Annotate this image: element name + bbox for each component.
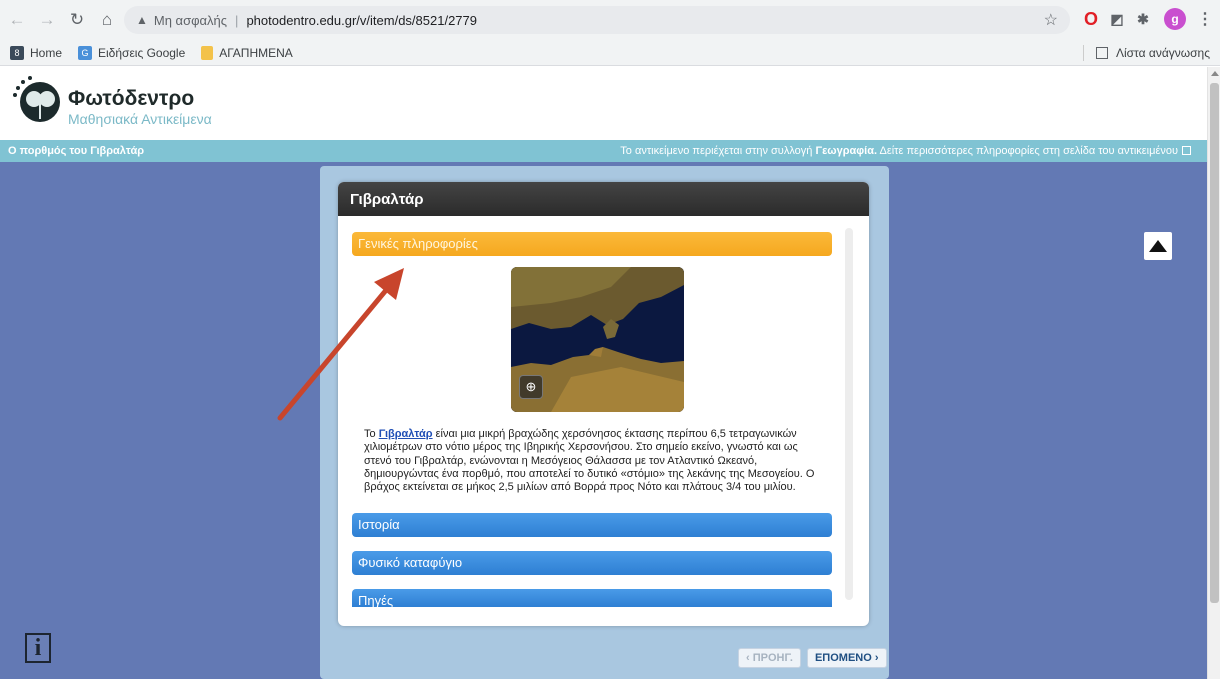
- bookmark-label: ΑΓΑΠΗΜΕΝΑ: [219, 45, 293, 60]
- profile-avatar[interactable]: g: [1164, 8, 1186, 30]
- reading-list-label: Λίστα ανάγνωσης: [1115, 46, 1210, 60]
- extension-icon[interactable]: ◩: [1106, 8, 1128, 30]
- accordion-general-info[interactable]: Γενικές πληροφορίες: [352, 232, 832, 256]
- description-text: Το Γιβραλτάρ είναι μια μικρή βραχώδης χε…: [364, 428, 824, 494]
- satellite-photo[interactable]: ⊕: [511, 267, 684, 412]
- info-icon[interactable]: i: [25, 633, 51, 663]
- bookmark-label: Ειδήσεις Google: [98, 45, 186, 60]
- security-label: Μη ασφαλής: [153, 12, 228, 28]
- browser-window: ← → ↻ ⌂ ▲ Μη ασφαλής | photodentro.edu.g…: [0, 0, 1220, 679]
- accordion-nature-reserve[interactable]: Φυσικό καταφύγιο: [352, 551, 832, 575]
- panel-scrollbar[interactable]: [845, 228, 853, 600]
- reload-icon[interactable]: ↻: [64, 7, 90, 33]
- site-header: Φωτόδεντρο Μαθησιακά Αντικείμενα: [0, 67, 1207, 140]
- bookmarks-divider: [1082, 45, 1084, 61]
- arrow-up-icon: [1149, 240, 1167, 252]
- bookmark-google-news[interactable]: G Ειδήσεις Google: [78, 45, 186, 60]
- extensions-puzzle-icon[interactable]: ✱: [1132, 8, 1154, 30]
- object-title: Ο πορθμός του Γιβραλτάρ: [8, 145, 145, 157]
- pager: ‹ ΠΡΟΗΓ. ΕΠΟΜΕΝΟ ›: [732, 648, 887, 668]
- accordion-sources[interactable]: Πηγές: [352, 589, 832, 607]
- collection-name: Γεωγραφία.: [815, 145, 878, 157]
- google-news-icon: G: [78, 45, 93, 60]
- site-subtitle: Μαθησιακά Αντικείμενα: [68, 111, 212, 127]
- panel-title: Γιβραλτάρ: [338, 182, 869, 216]
- next-button[interactable]: ΕΠΟΜΕΝΟ ›: [806, 648, 887, 668]
- opera-extension-icon[interactable]: O: [1080, 8, 1102, 30]
- address-separator: |: [235, 12, 239, 28]
- address-bar[interactable]: ▲ Μη ασφαλής | photodentro.edu.gr/v/item…: [124, 6, 1070, 34]
- scrollbar-thumb[interactable]: [1210, 83, 1219, 603]
- desc-prefix: Το: [364, 428, 379, 440]
- photodentro-logo[interactable]: [10, 75, 60, 125]
- url-text: photodentro.edu.gr/v/item/ds/8521/2779: [246, 12, 477, 28]
- web-page: Φωτόδεντρο Μαθησιακά Αντικείμενα Ο πορθμ…: [0, 67, 1207, 679]
- bookmark-folder-favorites[interactable]: ΑΓΑΠΗΜΕΝΑ: [201, 45, 293, 60]
- gibraltar-link[interactable]: Γιβραλτάρ: [379, 428, 433, 440]
- warning-icon: ▲: [136, 13, 148, 27]
- collection-prefix: Το αντικείμενο περιέχεται στην συλλογή: [620, 145, 816, 157]
- folder-icon: [201, 45, 214, 60]
- site-title[interactable]: Φωτόδεντρο: [68, 87, 194, 111]
- home-bookmark-icon: 8: [10, 45, 24, 60]
- home-icon[interactable]: ⌂: [94, 7, 120, 33]
- reading-list-icon: [1095, 47, 1108, 59]
- bookmarks-bar: 8 Home G Ειδήσεις Google ΑΓΑΠΗΜΕΝΑ Λίστα…: [0, 40, 1220, 66]
- object-info-bar: Ο πορθμός του Γιβραλτάρ Το αντικείμενο π…: [0, 140, 1207, 162]
- page-scrollbar[interactable]: [1207, 67, 1220, 679]
- bookmark-label: Home: [30, 45, 63, 60]
- accordion-history[interactable]: Ιστορία: [352, 513, 832, 537]
- bookmark-star-icon[interactable]: ☆: [1044, 10, 1058, 30]
- bookmark-home[interactable]: 8 Home: [10, 45, 63, 60]
- object-stage: Γιβραλτάρ Γενικές πληροφορίες ⊕ Το Γιβρα…: [0, 162, 1207, 679]
- scroll-top-button[interactable]: [1144, 232, 1172, 260]
- collection-info[interactable]: Το αντικείμενο περιέχεται στην συλλογή Γ…: [620, 145, 1191, 157]
- back-icon[interactable]: ←: [4, 7, 30, 33]
- browser-menu-icon[interactable]: ⋮: [1194, 8, 1216, 30]
- collection-suffix: Δείτε περισσότερες πληροφορίες στη σελίδ…: [877, 145, 1178, 157]
- content-panel: Γιβραλτάρ Γενικές πληροφορίες ⊕ Το Γιβρα…: [338, 182, 869, 626]
- lesson-frame: Γιβραλτάρ Γενικές πληροφορίες ⊕ Το Γιβρα…: [320, 166, 889, 679]
- scroll-up-icon[interactable]: [1211, 71, 1219, 76]
- previous-button[interactable]: ‹ ΠΡΟΗΓ.: [738, 648, 801, 668]
- external-link-icon: [1182, 146, 1191, 155]
- reading-list-button[interactable]: Λίστα ανάγνωσης: [1082, 45, 1210, 61]
- forward-icon[interactable]: →: [34, 7, 60, 33]
- zoom-icon[interactable]: ⊕: [519, 375, 543, 399]
